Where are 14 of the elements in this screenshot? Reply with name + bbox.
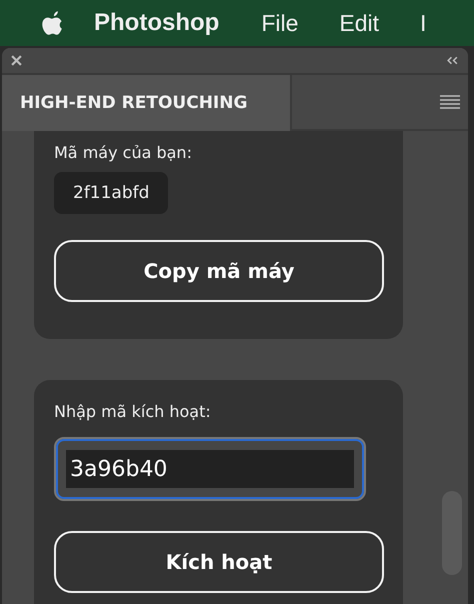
collapse-icon[interactable] — [446, 56, 459, 65]
copy-button[interactable]: Copy mã máy — [54, 240, 384, 302]
machine-code-label: Mã máy của bạn: — [54, 143, 193, 162]
app-menu[interactable]: Photoshop — [94, 9, 220, 37]
close-icon[interactable] — [11, 55, 22, 66]
menu-item[interactable]: I — [420, 10, 426, 36]
machine-code: 2f11abfd — [54, 172, 168, 214]
activation-code-label: Nhập mã kích hoạt: — [54, 402, 212, 421]
menu-item[interactable]: Edit — [339, 10, 380, 36]
menu-item[interactable]: File — [261, 10, 298, 36]
activation-code-field[interactable]: 3a96b40 — [54, 437, 366, 501]
panel-tab[interactable]: HIGH-END RETOUCHING — [2, 75, 290, 131]
activate-button[interactable]: Kích hoạt — [54, 531, 384, 593]
menu-icon[interactable] — [440, 95, 460, 109]
